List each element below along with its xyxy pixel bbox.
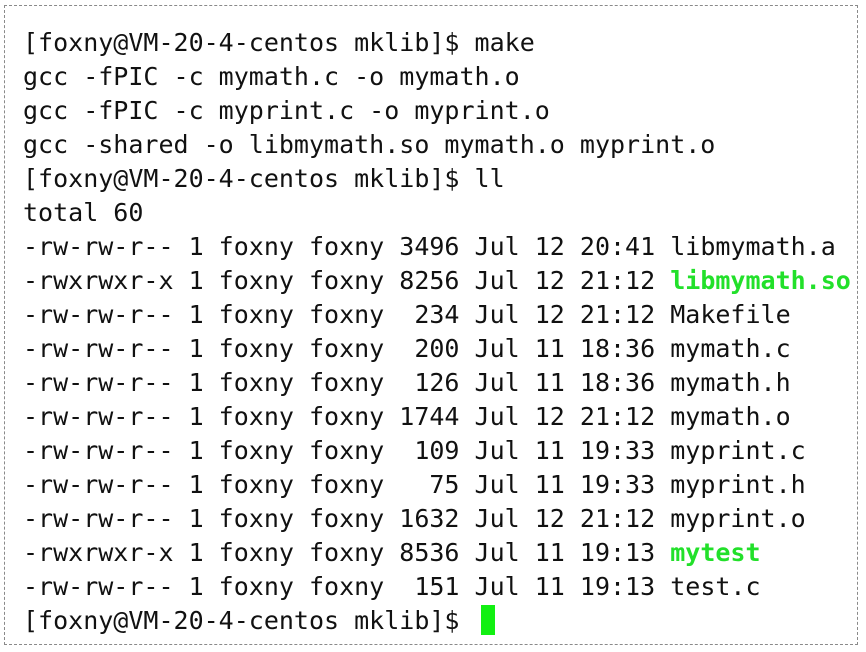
file-name: test.c: [670, 572, 761, 601]
file-meta: -rw-rw-r-- 1 foxny foxny 151 Jul 11 19:1…: [23, 572, 671, 601]
terminal-line: total 60: [23, 198, 144, 227]
file-listing-row: -rw-rw-r-- 1 foxny foxny 75 Jul 11 19:33…: [23, 468, 851, 502]
file-listing-row: -rw-rw-r-- 1 foxny foxny 200 Jul 11 18:3…: [23, 332, 851, 366]
file-listing-row: -rw-rw-r-- 1 foxny foxny 126 Jul 11 18:3…: [23, 366, 851, 400]
file-listing-row: -rw-rw-r-- 1 foxny foxny 1632 Jul 12 21:…: [23, 502, 851, 536]
terminal-output: [foxny@VM-20-4-centos mklib]$ make gcc -…: [23, 26, 851, 638]
file-meta: -rw-rw-r-- 1 foxny foxny 234 Jul 12 21:1…: [23, 300, 671, 329]
file-meta: -rw-rw-r-- 1 foxny foxny 126 Jul 11 18:3…: [23, 368, 671, 397]
file-meta: -rw-rw-r-- 1 foxny foxny 200 Jul 11 18:3…: [23, 334, 671, 363]
file-name: Makefile: [670, 300, 791, 329]
file-listing-row: -rwxrwxr-x 1 foxny foxny 8256 Jul 12 21:…: [23, 264, 851, 298]
file-name: myprint.h: [670, 470, 806, 499]
file-name: myprint.o: [670, 504, 806, 533]
file-name: mymath.c: [670, 334, 791, 363]
file-meta: -rw-rw-r-- 1 foxny foxny 1744 Jul 12 21:…: [23, 402, 671, 431]
file-listing-row: -rw-rw-r-- 1 foxny foxny 3496 Jul 12 20:…: [23, 230, 851, 264]
file-name: mymath.h: [670, 368, 791, 397]
prompt-line[interactable]: [foxny@VM-20-4-centos mklib]$: [23, 604, 851, 638]
file-meta: -rwxrwxr-x 1 foxny foxny 8256 Jul 12 21:…: [23, 266, 671, 295]
file-listing-row: -rw-rw-r-- 1 foxny foxny 151 Jul 11 19:1…: [23, 570, 851, 604]
file-meta: -rw-rw-r-- 1 foxny foxny 75 Jul 11 19:33: [23, 470, 671, 499]
cursor-block[interactable]: [480, 605, 495, 635]
file-name: mymath.o: [670, 402, 791, 431]
file-listing-row: -rw-rw-r-- 1 foxny foxny 1744 Jul 12 21:…: [23, 400, 851, 434]
terminal-line: gcc -fPIC -c myprint.c -o myprint.o: [23, 96, 550, 125]
file-meta: -rw-rw-r-- 1 foxny foxny 3496 Jul 12 20:…: [23, 232, 671, 261]
file-listing-row: -rw-rw-r-- 1 foxny foxny 109 Jul 11 19:3…: [23, 434, 851, 468]
file-meta: -rw-rw-r-- 1 foxny foxny 109 Jul 11 19:3…: [23, 436, 671, 465]
file-listing-row: -rw-rw-r-- 1 foxny foxny 234 Jul 12 21:1…: [23, 298, 851, 332]
terminal-window[interactable]: [foxny@VM-20-4-centos mklib]$ make gcc -…: [4, 5, 858, 645]
file-name: libmymath.a: [670, 232, 836, 261]
file-meta: -rwxrwxr-x 1 foxny foxny 8536 Jul 11 19:…: [23, 538, 671, 567]
terminal-line: gcc -shared -o libmymath.so mymath.o myp…: [23, 130, 716, 159]
terminal-line: gcc -fPIC -c mymath.c -o mymath.o: [23, 62, 520, 91]
file-listing-row: -rwxrwxr-x 1 foxny foxny 8536 Jul 11 19:…: [23, 536, 851, 570]
shell-prompt: [foxny@VM-20-4-centos mklib]$: [23, 606, 475, 635]
file-meta: -rw-rw-r-- 1 foxny foxny 1632 Jul 12 21:…: [23, 504, 671, 533]
file-name-executable: libmymath.so: [670, 266, 851, 295]
file-name: myprint.c: [670, 436, 806, 465]
terminal-line: [foxny@VM-20-4-centos mklib]$ ll: [23, 164, 505, 193]
file-name-executable: mytest: [670, 538, 761, 567]
terminal-line: [foxny@VM-20-4-centos mklib]$ make: [23, 28, 535, 57]
